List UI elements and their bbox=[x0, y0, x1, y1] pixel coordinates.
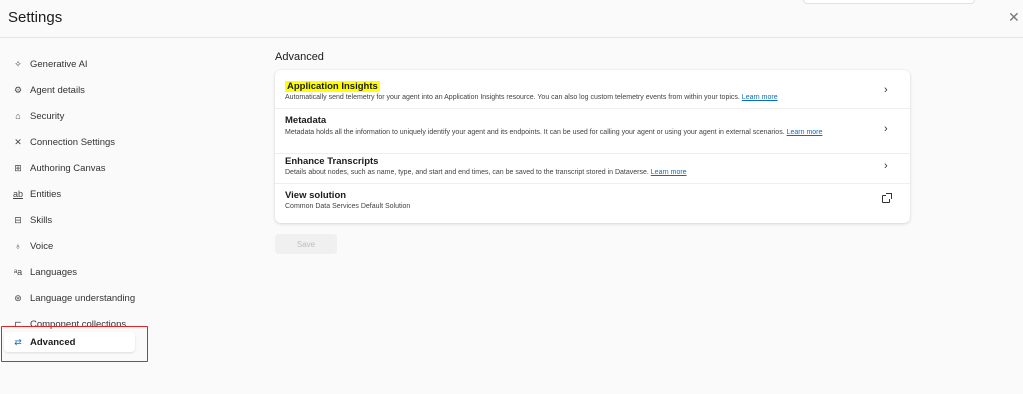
row-title: Application Insights bbox=[285, 81, 380, 92]
voice-icon: ♁ bbox=[14, 241, 22, 251]
chevron-right-icon: › bbox=[884, 160, 888, 172]
open-external-icon bbox=[882, 193, 892, 203]
sidebar-item-authoring-canvas[interactable]: ⊞ Authoring Canvas bbox=[12, 158, 106, 178]
sidebar-item-connection-settings[interactable]: ✕ Connection Settings bbox=[12, 132, 115, 152]
save-button[interactable]: Save bbox=[275, 234, 337, 254]
section-title: Advanced bbox=[275, 51, 324, 63]
close-icon[interactable]: ✕ bbox=[1008, 9, 1022, 25]
chevron-right-icon: › bbox=[884, 84, 888, 96]
sliders-icon: ⇄ bbox=[14, 336, 22, 347]
learn-more-link[interactable]: Learn more bbox=[787, 129, 823, 136]
metadata-row[interactable]: Metadata Metadata holds all the informat… bbox=[275, 109, 910, 153]
top-bar: Settings ✕ bbox=[0, 0, 1023, 38]
sidebar-item-label: Advanced bbox=[30, 336, 76, 348]
bot-icon: ⚙ bbox=[13, 84, 23, 95]
row-description: Common Data Services Default Solution bbox=[285, 203, 411, 210]
sidebar-item-agent-details[interactable]: ⚙ Agent details bbox=[12, 80, 85, 100]
grid-icon: ⊞ bbox=[14, 162, 22, 173]
sidebar-item-security[interactable]: ⌂ Security bbox=[12, 106, 64, 126]
entity-icon: ab bbox=[12, 189, 23, 199]
view-solution-row[interactable]: View solution Common Data Services Defau… bbox=[275, 184, 910, 218]
row-title: View solution bbox=[285, 190, 347, 201]
advanced-settings-card: Application Insights Automatically send … bbox=[275, 70, 910, 223]
row-title: Metadata bbox=[285, 115, 327, 126]
sidebar-item-skills[interactable]: ⊟ Skills bbox=[12, 210, 52, 230]
sidebar-item-label: Skills bbox=[30, 214, 53, 226]
toolbox-icon: ⊟ bbox=[14, 214, 22, 225]
sidebar-item-entities[interactable]: ab Entities bbox=[12, 184, 61, 204]
brain-icon: ⊛ bbox=[14, 292, 22, 303]
sidebar-item-label: Authoring Canvas bbox=[30, 162, 106, 174]
chevron-right-icon: › bbox=[884, 123, 888, 135]
sidebar-item-voice[interactable]: ♁ Voice bbox=[12, 236, 54, 256]
sparkle-icon: ✧ bbox=[14, 58, 22, 69]
sidebar-item-label: Entities bbox=[30, 188, 62, 200]
plug-icon: ✕ bbox=[14, 136, 22, 147]
row-description: Details about nodes, such as name, type,… bbox=[285, 169, 649, 176]
enhance-transcripts-row[interactable]: Enhance Transcripts Details about nodes,… bbox=[275, 154, 910, 182]
lock-icon: ⌂ bbox=[15, 111, 21, 121]
row-title: Enhance Transcripts bbox=[285, 156, 379, 167]
page-title: Settings bbox=[8, 9, 63, 26]
sidebar-item-label: Generative AI bbox=[30, 58, 88, 70]
sidebar-item-label: Voice bbox=[30, 240, 54, 252]
sidebar-item-label: Language understanding bbox=[30, 292, 136, 304]
sidebar-item-advanced[interactable]: ⇄ Advanced bbox=[4, 332, 135, 352]
sidebar-item-label: Connection Settings bbox=[30, 136, 116, 148]
learn-more-link[interactable]: Learn more bbox=[651, 169, 687, 176]
row-description: Metadata holds all the information to un… bbox=[285, 129, 785, 136]
sidebar-item-label: Languages bbox=[30, 266, 78, 278]
application-insights-row[interactable]: Application Insights Automatically send … bbox=[275, 70, 910, 108]
sidebar-item-language-understanding[interactable]: ⊛ Language understanding bbox=[12, 288, 135, 308]
sidebar-item-label: Security bbox=[30, 110, 65, 122]
sidebar-item-languages[interactable]: ᵃa Languages bbox=[12, 262, 77, 282]
top-search-box[interactable] bbox=[803, 0, 975, 4]
row-description: Automatically send telemetry for your ag… bbox=[285, 94, 740, 101]
translate-icon: ᵃa bbox=[13, 267, 23, 277]
sidebar-item-generative-ai[interactable]: ✧ Generative AI bbox=[12, 54, 88, 74]
learn-more-link[interactable]: Learn more bbox=[742, 94, 778, 101]
sidebar-item-label: Agent details bbox=[30, 84, 85, 96]
